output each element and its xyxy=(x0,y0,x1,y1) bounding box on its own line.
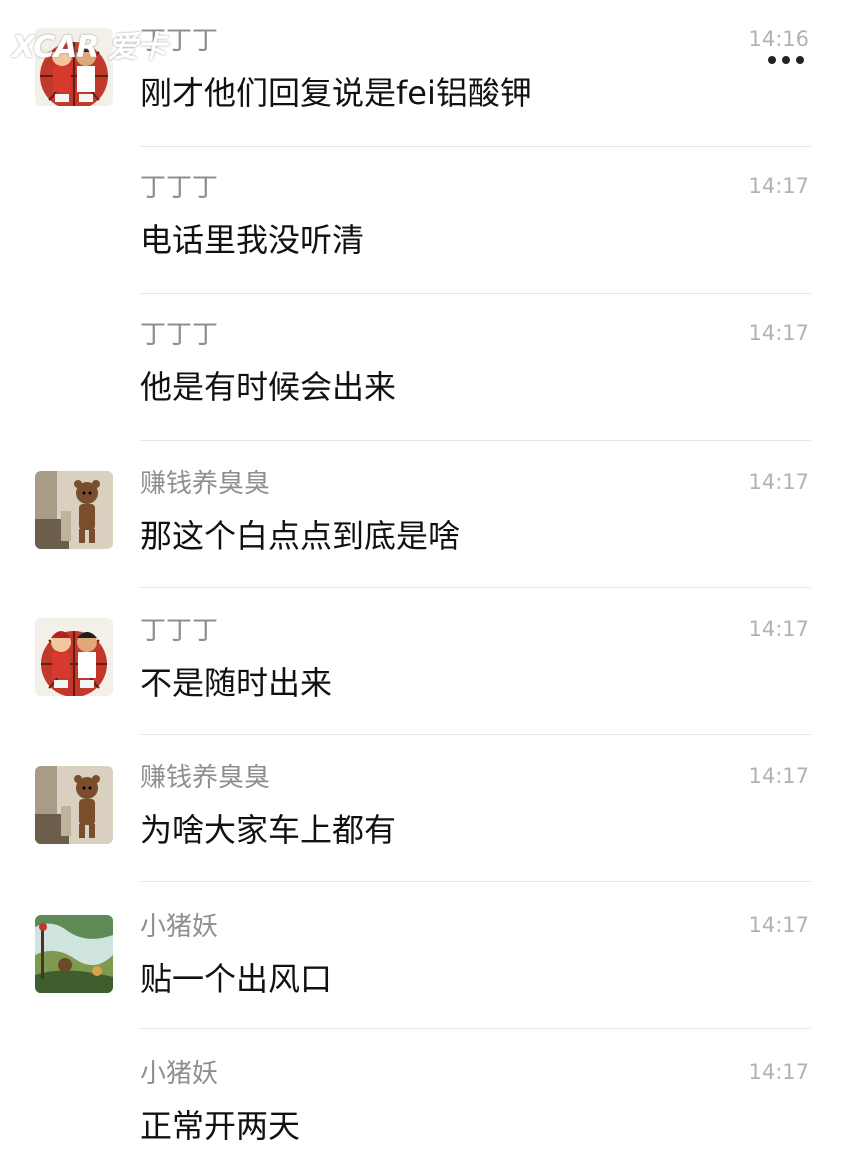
sender-name: 赚钱养臭臭 xyxy=(140,763,271,793)
message-time: 14:17 xyxy=(748,764,809,788)
message-row[interactable]: 赚钱养臭臭 那这个白点点到底是啥 14:17 xyxy=(0,441,846,588)
message-row[interactable]: 小猪妖 贴一个出风口 14:17 xyxy=(0,882,846,1029)
message-text: 他是有时候会出来 xyxy=(140,368,397,406)
message-row[interactable]: 丁丁丁 他是有时候会出来 14:17 xyxy=(0,294,846,441)
message-time: 14:17 xyxy=(748,1060,809,1084)
sender-name: 小猪妖 xyxy=(140,1059,219,1089)
sender-name: 小猪妖 xyxy=(140,912,219,942)
bear-avatar[interactable] xyxy=(35,766,113,844)
message-row[interactable]: 小猪妖 正常开两天 14:17 xyxy=(0,1029,846,1176)
more-options-icon[interactable] xyxy=(768,56,804,64)
sender-name: 丁丁丁 xyxy=(140,173,219,203)
message-text: 不是随时出来 xyxy=(140,664,333,702)
message-time: 14:16 xyxy=(748,27,809,51)
sender-name: 丁丁丁 xyxy=(140,616,219,646)
dot xyxy=(796,56,804,64)
message-row[interactable]: 丁丁丁 电话里我没听清 14:17 xyxy=(0,147,846,294)
message-row[interactable]: 丁丁丁 不是随时出来 14:17 xyxy=(0,588,846,735)
message-text: 贴一个出风口 xyxy=(140,960,333,998)
watermark-logo: XCAR 爱卡 xyxy=(12,30,167,65)
message-time: 14:17 xyxy=(748,913,809,937)
message-time: 14:17 xyxy=(748,617,809,641)
message-time: 14:17 xyxy=(748,321,809,345)
sender-name: 丁丁丁 xyxy=(140,320,219,350)
message-time: 14:17 xyxy=(748,470,809,494)
message-time: 14:17 xyxy=(748,174,809,198)
sender-name: 赚钱养臭臭 xyxy=(140,469,271,499)
basketball-avatar[interactable] xyxy=(35,618,113,696)
message-text: 正常开两天 xyxy=(140,1107,301,1145)
dot xyxy=(782,56,790,64)
message-text: 刚才他们回复说是fei铝酸钾 xyxy=(140,74,532,112)
message-text: 为啥大家车上都有 xyxy=(140,811,397,849)
dot xyxy=(768,56,776,64)
bear-avatar[interactable] xyxy=(35,471,113,549)
message-text: 那这个白点点到底是啥 xyxy=(140,517,461,555)
landscape-avatar[interactable] xyxy=(35,915,113,993)
message-row[interactable]: 赚钱养臭臭 为啥大家车上都有 14:17 xyxy=(0,735,846,882)
message-text: 电话里我没听清 xyxy=(140,221,365,259)
